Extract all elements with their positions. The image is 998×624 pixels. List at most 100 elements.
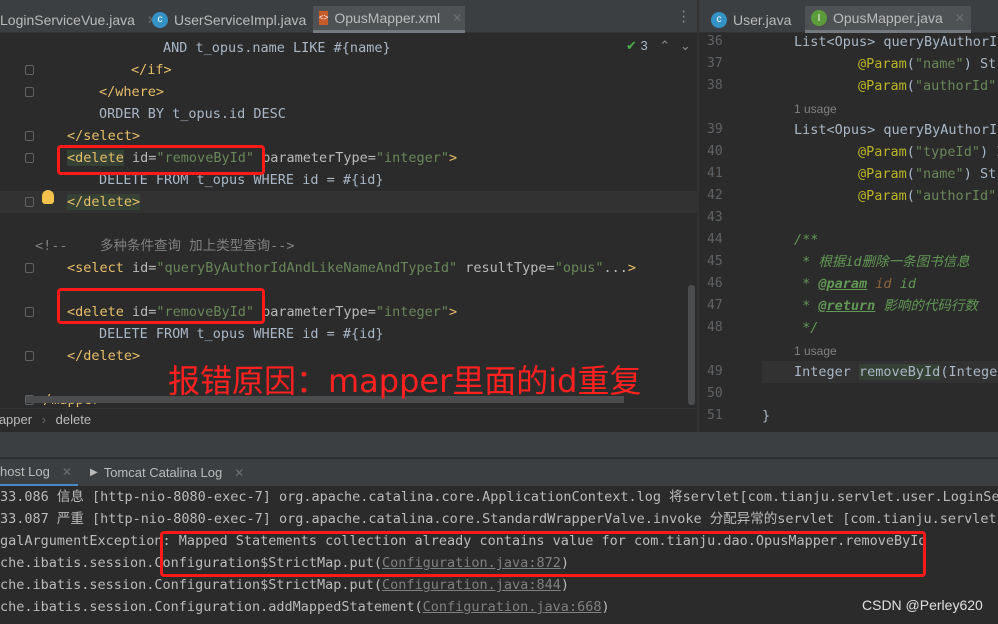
source-link[interactable]: Configuration.java:668 <box>423 599 602 615</box>
tab-user-java[interactable]: cUser.java✕ <box>705 6 819 33</box>
code-line: @Param("name") Str <box>858 163 998 185</box>
console-tabbar: host Log ✕ ▶ Tomcat Catalina Log ✕ <box>0 459 998 486</box>
console-text: ) <box>560 577 569 593</box>
code-line: DELETE FROM t_opus WHERE id = #{id} <box>99 323 383 345</box>
code-token: > <box>449 304 458 320</box>
close-icon[interactable]: ✕ <box>234 466 244 480</box>
console-icon: ▶ <box>90 467 98 478</box>
fold-icon[interactable] <box>25 131 34 141</box>
code-token: @Param <box>858 188 907 204</box>
fold-icon[interactable] <box>25 87 34 97</box>
vertical-scrollbar[interactable] <box>688 285 695 405</box>
code-token: @param <box>818 276 868 292</box>
tab-host-log[interactable]: host Log ✕ <box>0 459 78 486</box>
highlight-box-second-delete <box>57 288 265 324</box>
code-token: > <box>627 260 637 276</box>
tab-tomcat-catalina-log[interactable]: ▶ Tomcat Catalina Log ✕ <box>84 459 250 486</box>
line-number: 45 <box>707 254 723 269</box>
code-token: ( <box>906 144 915 160</box>
code-token: > <box>449 150 458 166</box>
code-token: "name" <box>914 56 964 72</box>
tab-label: UserServiceImpl.java <box>174 11 307 28</box>
fold-icon[interactable] <box>25 263 34 273</box>
fold-icon[interactable] <box>25 307 34 317</box>
code-token: <!-- 多种条件查询 加上类型查询--> <box>35 238 295 254</box>
chevron-down-icon[interactable]: ⌄ <box>680 38 691 53</box>
code-token: List<Opus> queryByAuthorId <box>794 122 998 138</box>
breadcrumb-item[interactable]: delete <box>56 412 91 427</box>
code-token: ( <box>906 78 915 94</box>
error-cause-annotation: 报错原因：mapper里面的id重复 <box>168 362 642 400</box>
code-token: @Param <box>858 78 907 94</box>
code-token: "integer" <box>375 304 450 320</box>
code-token: @Param <box>858 56 907 72</box>
code-line: Integer removeById(Integer <box>762 361 998 383</box>
code-line: @Param("authorId") <box>858 185 998 207</box>
code-token: ORDER BY t_opus.id DESC <box>99 106 286 122</box>
inspection-widget[interactable]: ✔ 3 ⌃ ⌄ <box>626 38 691 54</box>
fold-icon[interactable] <box>25 65 34 75</box>
line-number: 42 <box>707 188 723 203</box>
code-line: </delete> <box>67 345 140 367</box>
code-line: @Param("name") Str <box>858 53 998 75</box>
code-token: @return <box>818 298 876 314</box>
code-token: "authorId" <box>914 188 997 204</box>
tab-loginservicevue[interactable]: LoginServiceVue.java✕ <box>0 6 163 33</box>
code-token: id <box>891 276 916 292</box>
fold-icon[interactable] <box>25 351 34 361</box>
code-line: </select> <box>67 125 140 147</box>
fold-icon[interactable] <box>25 197 34 207</box>
right-editor-tabbar: c User.java ✕ I OpusMapper.java ✕ <box>699 0 998 33</box>
tab-label: OpusMapper.java <box>833 10 943 26</box>
code-line: /** <box>794 229 818 251</box>
usage-hint[interactable]: 1 usage <box>794 102 837 116</box>
code-token: </select> <box>67 128 141 144</box>
console-text: 33.086 信息 [http-nio-8080-exec-7] org.apa… <box>0 489 998 505</box>
line-number: 50 <box>707 386 723 401</box>
code-token: ) I <box>979 144 998 160</box>
code-token: ) Str <box>963 166 998 182</box>
code-token: </delete> <box>67 194 141 210</box>
close-icon[interactable]: ✕ <box>62 465 72 479</box>
highlight-box-exception <box>160 531 926 577</box>
more-tabs-icon[interactable]: · · · <box>680 6 687 28</box>
chevron-up-icon[interactable]: ⌃ <box>659 38 670 53</box>
breadcrumb-item[interactable]: mapper <box>0 412 32 427</box>
tab-opusmapper-xml[interactable]: <> OpusMapper.xml ✕ <box>313 6 465 33</box>
code-token: 影响的代码行数 <box>875 298 978 314</box>
code-token: } <box>762 408 771 424</box>
class-icon: c <box>711 11 727 28</box>
xml-editor[interactable]: AND t_opus.name LIKE #{name} </if> </where… <box>0 34 697 408</box>
code-line: } <box>762 405 770 427</box>
tab-userserviceimpl[interactable]: cUserServiceImpl.java✕ <box>146 6 334 33</box>
code-line: * @return 影响的代码行数 <box>794 295 978 317</box>
code-token: "queryByAuthorIdAndLikeNameAndTypeId" <box>156 260 458 276</box>
usage-hint[interactable]: 1 usage <box>794 344 837 358</box>
code-token: */ <box>794 320 819 336</box>
code-token: "opus" <box>554 260 604 276</box>
tab-label: User.java <box>733 11 792 28</box>
code-token: List<Opus> queryByAuthorId <box>794 34 998 50</box>
code-token: "integer" <box>375 150 450 166</box>
code-line: * 根据id删除一条图书信息 <box>794 251 970 273</box>
line-number: 51 <box>707 408 723 423</box>
code-line: List<Opus> queryByAuthorId <box>794 34 998 53</box>
code-token: @Param <box>858 166 907 182</box>
code-token: resultType= <box>457 260 555 276</box>
code-token: ( <box>906 56 915 72</box>
line-number: 44 <box>707 232 723 247</box>
java-editor[interactable]: 36 List<Opus> queryByAuthorId 37 @Param("na… <box>699 34 998 432</box>
lightbulb-icon[interactable] <box>42 190 54 204</box>
code-token: Integer <box>794 364 860 380</box>
source-link[interactable]: Configuration.java:844 <box>382 577 561 593</box>
tab-opusmapper-java[interactable]: I OpusMapper.java ✕ <box>805 6 971 33</box>
watermark: CSDN @Perley620 <box>862 597 983 613</box>
close-icon[interactable]: ✕ <box>955 11 965 25</box>
fold-icon[interactable] <box>25 153 34 163</box>
close-icon[interactable]: ✕ <box>452 11 462 25</box>
tab-label: Tomcat Catalina Log <box>103 465 223 480</box>
tab-label: host Log <box>0 464 50 479</box>
tab-label: LoginServiceVue.java <box>0 11 135 28</box>
code-token: "typeId" <box>914 144 980 160</box>
line-number: 38 <box>707 78 723 93</box>
